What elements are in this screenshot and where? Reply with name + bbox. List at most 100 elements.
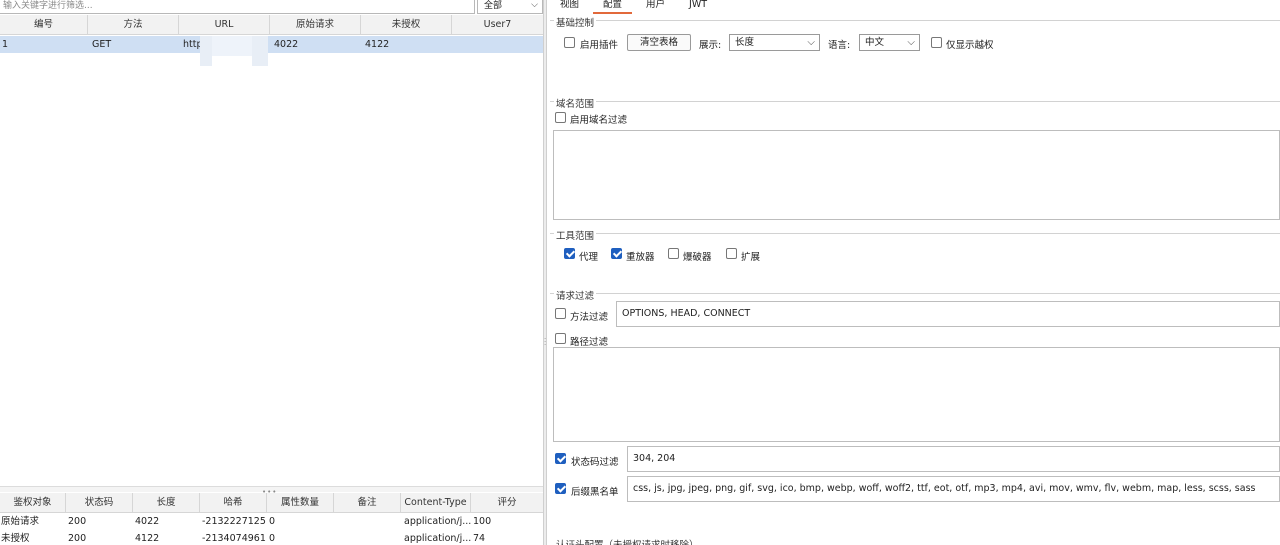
repeater-checkbox[interactable] [611,248,622,259]
column-header-length[interactable]: 长度 [133,493,200,513]
clear-table-button[interactable]: 清空表格 [627,34,691,51]
cell-content-type: application/j... [404,533,472,544]
scope-select-value: 全部 [484,1,503,11]
tab-bar: 视图 配置 用户 JWT [548,0,1280,14]
cell-original: 4022 [274,39,299,50]
suffix-blacklist-checkbox[interactable] [555,483,566,494]
request-filter-section: 请求过滤 方法过滤 OPTIONS, HEAD, CONNECT 路径过滤 状态… [550,288,1280,531]
enable-domain-filter-checkbox[interactable] [555,112,566,123]
column-header-status[interactable]: 状态码 [66,493,133,513]
display-select[interactable]: 长度 ⌵ [729,34,820,51]
request-list-panel: 输入关键字进行筛选... 全部 ⌵ 编号 方法 URL 原始请求 未授权 Use… [0,0,543,545]
keyword-filter-input[interactable]: 输入关键字进行筛选... [0,0,475,14]
cell-attr-count: 0 [269,516,276,527]
table-row[interactable]: 原始请求 200 4022 -2132227125 0 application/… [0,514,543,530]
cell-attr-count: 0 [269,533,276,544]
table-row[interactable]: 1 GET http 4022 4122 [0,36,543,53]
cell-hash: -2134074961 [202,533,266,544]
method-filter-checkbox[interactable] [555,308,566,319]
method-filter-label: 方法过滤 [570,312,609,323]
scope-select[interactable]: 全部 ⌵ [477,0,543,14]
section-title: 请求过滤 [554,288,597,302]
redaction-blur [212,36,252,56]
column-header-note[interactable]: 备注 [334,493,401,513]
tab-users[interactable]: 用户 [634,0,677,14]
intruder-checkbox[interactable] [668,248,679,259]
drag-handle-icon: · · · [544,335,547,349]
language-label: 语言: [828,40,851,51]
status-filter-label: 状态码过滤 [571,457,619,468]
cell-note [335,514,403,530]
status-filter-checkbox[interactable] [555,453,566,464]
path-filter-label: 路径过滤 [570,337,609,348]
auth-header-section: 认证头配置（未授权请求时移除） [550,537,1280,545]
column-header-method[interactable]: 方法 [88,15,179,35]
chevron-down-icon: ⌵ [807,37,815,48]
show-only-unauth-checkbox[interactable] [931,37,942,48]
redaction-blur [200,36,212,66]
cell-score: 74 [473,533,486,544]
config-panel: 视图 配置 用户 JWT 基础控制 启用插件 清空表格 展示: 长度 ⌵ 语言:… [548,0,1280,545]
enable-plugin-label: 启用插件 [580,40,619,51]
tab-jwt[interactable]: JWT [677,0,719,14]
section-title: 工具范围 [554,228,597,242]
intruder-label: 爆破器 [683,252,712,263]
column-header-unauth[interactable]: 未授权 [361,15,452,35]
detail-table-header: 鉴权对象 状态码 长度 哈希 属性数量 备注 Content-Type 评分 [0,493,543,513]
repeater-label: 重放器 [626,252,655,263]
request-table-header: 编号 方法 URL 原始请求 未授权 User7 [0,15,543,35]
extension-label: 扩展 [741,252,761,263]
section-title: 域名范围 [554,96,597,110]
suffix-blacklist-input[interactable]: css, js, jpg, jpeg, png, gif, svg, ico, … [627,476,1280,502]
cell-status: 200 [68,533,87,544]
cell-length: 4022 [135,516,160,527]
section-title: 认证头配置（未授权请求时移除） [554,537,701,545]
chevron-down-icon: ⌵ [531,0,538,10]
column-header-original[interactable]: 原始请求 [270,15,361,35]
column-header-user7[interactable]: User7 [452,15,543,35]
redaction-blur [252,36,268,66]
column-header-hash[interactable]: 哈希 [200,493,267,513]
tool-scope-section: 工具范围 代理 重放器 爆破器 扩展 [550,228,1280,281]
domain-list-textarea[interactable] [553,130,1280,220]
column-header-url[interactable]: URL [179,15,270,35]
show-only-unauth-label: 仅显示越权 [946,40,994,51]
enable-domain-filter-label: 启用域名过滤 [570,115,628,126]
tab-config[interactable]: 配置 [591,0,634,14]
cell-target: 未授权 [1,533,30,544]
cell-content-type: application/j... [404,516,472,527]
column-header-attr-count[interactable]: 属性数量 [267,493,334,513]
cell-hash: -2132227125 [202,516,266,527]
extension-checkbox[interactable] [726,248,737,259]
table-row[interactable]: 未授权 200 4122 -2134074961 0 application/j… [0,531,543,545]
path-filter-textarea[interactable] [553,347,1280,442]
suffix-blacklist-label: 后缀黑名单 [571,487,619,498]
cell-note [335,531,403,545]
section-title: 基础控制 [554,15,597,29]
cell-id: 1 [2,39,9,50]
cell-unauth: 4122 [365,39,390,50]
language-select-value: 中文 [865,37,885,48]
language-select[interactable]: 中文 ⌵ [859,34,920,51]
path-filter-checkbox[interactable] [555,333,566,344]
proxy-checkbox[interactable] [564,248,575,259]
status-filter-input[interactable]: 304, 204 [627,446,1280,472]
cell-target: 原始请求 [1,516,40,527]
tab-view[interactable]: 视图 [548,0,591,14]
horizontal-splitter[interactable]: ••• [0,486,543,496]
basic-control-section: 基础控制 启用插件 清空表格 展示: 长度 ⌵ 语言: 中文 ⌵ 仅显示越权 [550,15,1280,92]
vertical-splitter[interactable]: · · · [543,0,547,545]
cell-score: 100 [473,516,492,527]
column-header-id[interactable]: 编号 [0,15,88,35]
column-header-score[interactable]: 评分 [471,493,543,513]
column-header-content-type[interactable]: Content-Type [401,493,471,513]
chevron-down-icon: ⌵ [907,37,915,48]
enable-plugin-checkbox[interactable] [564,37,575,48]
method-filter-input[interactable]: OPTIONS, HEAD, CONNECT [616,301,1280,327]
cell-length: 4122 [135,533,160,544]
cell-status: 200 [68,516,87,527]
display-select-value: 长度 [735,37,755,48]
proxy-label: 代理 [579,252,599,263]
cell-method: GET [92,39,112,50]
column-header-target[interactable]: 鉴权对象 [0,493,66,513]
